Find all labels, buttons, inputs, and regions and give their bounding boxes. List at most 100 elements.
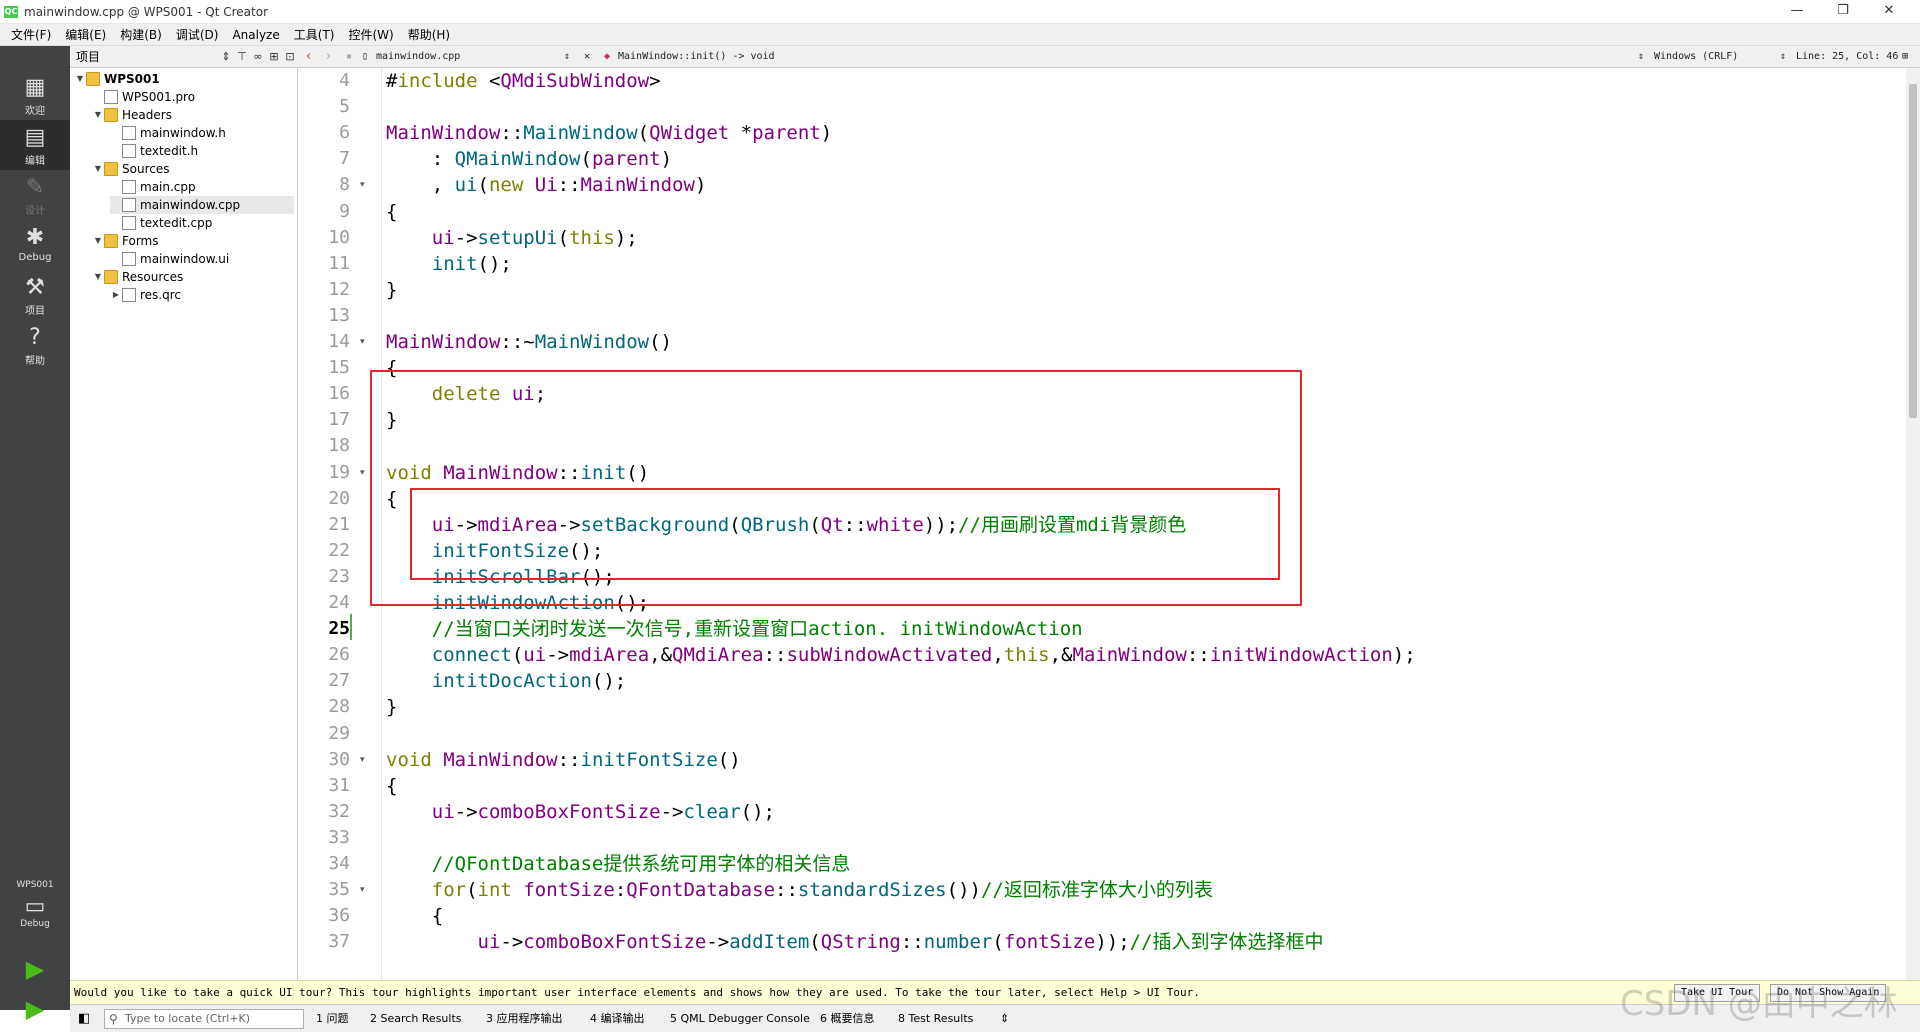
tree-item-res-qrc[interactable]: ▶ res.qrc xyxy=(110,286,181,304)
code-line[interactable]: ui->comboBoxFontSize->clear(); xyxy=(386,799,775,825)
open-file-selector[interactable]: mainwindow.cpp xyxy=(376,46,546,68)
mode-edit[interactable]: ▤ 编辑 xyxy=(0,120,70,170)
back-arrow-icon[interactable]: ‹ xyxy=(306,46,311,68)
output-tab-issues[interactable]: 1 问题 xyxy=(316,1005,349,1032)
tree-item-wps001-pro[interactable]: WPS001.pro xyxy=(92,88,195,106)
mode-projects[interactable]: ⚒ 项目 xyxy=(0,270,70,320)
code-line[interactable]: for(int fontSize:QFontDatabase::standard… xyxy=(386,877,1213,903)
editor-vertical-scrollbar[interactable] xyxy=(1906,68,1920,980)
tree-item-mainwindow-cpp[interactable]: mainwindow.cpp xyxy=(110,196,294,214)
debug-run-button[interactable]: ▶ xyxy=(0,990,70,1028)
tree-item-headers[interactable]: ▼ Headers xyxy=(92,106,172,124)
menu-help[interactable]: 帮助(H) xyxy=(401,26,457,43)
menu-tools[interactable]: 工具(T) xyxy=(287,26,342,43)
code-line[interactable]: : QMainWindow(parent) xyxy=(386,146,672,172)
code-line[interactable]: } xyxy=(386,694,397,720)
tree-item-textedit-h[interactable]: textedit.h xyxy=(110,142,198,160)
link-icon[interactable]: ∞ xyxy=(250,50,266,63)
code-line[interactable]: { xyxy=(386,199,397,225)
line-number: 6 xyxy=(339,122,350,143)
toggle-sidebar-icon[interactable]: ◧ xyxy=(78,1011,90,1026)
code-line[interactable]: } xyxy=(386,277,397,303)
fold-arrow-icon[interactable]: ▾ xyxy=(360,172,370,198)
code-line[interactable]: void MainWindow::initFontSize() xyxy=(386,747,741,773)
line-ending-selector[interactable]: Windows (CRLF) xyxy=(1654,46,1738,68)
updown-icon[interactable]: ⇕ xyxy=(1780,46,1786,68)
output-tab-compile-output[interactable]: 4 编译输出 xyxy=(590,1005,645,1032)
code-line[interactable]: { xyxy=(386,773,397,799)
output-tab-application-output[interactable]: 3 应用程序输出 xyxy=(486,1005,563,1032)
minimize-button[interactable]: — xyxy=(1774,0,1820,24)
expand-arrow-icon[interactable]: ▼ xyxy=(92,160,104,178)
locator-input[interactable]: ⚲ Type to locate (Ctrl+K) xyxy=(104,1009,304,1029)
split-icon[interactable]: ⊞ xyxy=(1902,46,1908,68)
output-tab-test-results[interactable]: 8 Test Results xyxy=(898,1005,973,1032)
debug-play-icon: ▶ xyxy=(25,995,45,1023)
code-line[interactable]: ui->comboBoxFontSize->addItem(QString::n… xyxy=(386,929,1324,955)
menu-edit[interactable]: 编辑(E) xyxy=(58,26,113,43)
expand-arrow-icon[interactable]: ▼ xyxy=(92,106,104,124)
code-line[interactable]: #include <QMdiSubWindow> xyxy=(386,68,661,94)
code-line[interactable]: init(); xyxy=(386,251,512,277)
filter-icon[interactable]: ⊤ xyxy=(234,50,250,63)
close-document-icon[interactable]: ✕ xyxy=(584,46,590,68)
fold-arrow-icon[interactable]: ▾ xyxy=(360,877,370,903)
mode-design[interactable]: ✎ 设计 xyxy=(0,170,70,220)
tree-item-forms[interactable]: ▼ Forms xyxy=(92,232,158,250)
expand-arrow-icon[interactable]: ▼ xyxy=(92,268,104,286)
fold-arrow-icon[interactable]: ▾ xyxy=(360,747,370,773)
mode-welcome[interactable]: ▦ 欢迎 xyxy=(0,70,70,120)
menu-widgets[interactable]: 控件(W) xyxy=(341,26,400,43)
folder-icon xyxy=(104,234,118,248)
fold-arrow-icon[interactable]: ▾ xyxy=(360,329,370,355)
updown-icon[interactable]: ⇕ xyxy=(1638,46,1644,68)
fold-arrow-icon[interactable]: ▾ xyxy=(360,460,370,486)
output-tab-search-results[interactable]: 2 Search Results xyxy=(370,1005,462,1032)
line-number: 20 xyxy=(328,488,350,509)
code-line[interactable]: MainWindow::MainWindow(QWidget *parent) xyxy=(386,120,832,146)
tree-item-resources[interactable]: ▼ Resources xyxy=(92,268,183,286)
updown-icon[interactable]: ⇕ xyxy=(1000,1005,1009,1032)
updown-icon[interactable]: ⇕ xyxy=(218,50,234,63)
output-tab-qml-debugger[interactable]: 5 QML Debugger Console xyxy=(670,1005,810,1032)
menu-analyze[interactable]: Analyze xyxy=(225,28,286,42)
code-line[interactable]: intitDocAction(); xyxy=(386,668,626,694)
code-line[interactable]: connect(ui->mdiArea,&QMdiArea::subWindow… xyxy=(386,642,1416,668)
expand-arrow-icon[interactable]: ▼ xyxy=(74,70,86,88)
kit-selector[interactable]: ▭ Debug xyxy=(0,894,70,940)
scrollbar-thumb[interactable] xyxy=(1909,84,1917,418)
mode-help[interactable]: ? 帮助 xyxy=(0,320,70,370)
project-view-selector[interactable]: 项目 xyxy=(76,48,218,65)
tree-item-sources[interactable]: ▼ Sources xyxy=(92,160,169,178)
tree-item-mainwindow-ui[interactable]: mainwindow.ui xyxy=(110,250,229,268)
updown-icon[interactable]: ⇕ xyxy=(564,46,570,68)
tree-item-wps001[interactable]: ▼ WPS001 xyxy=(74,70,160,88)
output-tab-general-messages[interactable]: 6 概要信息 xyxy=(820,1005,875,1032)
cursor-position[interactable]: Line: 25, Col: 46 xyxy=(1796,46,1898,68)
split-icon[interactable]: ⊞ xyxy=(266,50,282,63)
code-line[interactable]: //QFontDatabase提供系统可用字体的相关信息 xyxy=(386,851,851,877)
collapsed-arrow-icon[interactable]: ▶ xyxy=(110,286,122,304)
tree-item-main-cpp[interactable]: main.cpp xyxy=(110,178,196,196)
run-button[interactable]: ▶ xyxy=(0,950,70,988)
code-line[interactable]: ui->setupUi(this); xyxy=(386,225,638,251)
tree-item-mainwindow-h[interactable]: mainwindow.h xyxy=(110,124,226,142)
symbol-selector[interactable]: MainWindow::init() -> void xyxy=(618,46,775,68)
code-line[interactable]: { xyxy=(386,903,443,929)
close-button[interactable]: ✕ xyxy=(1866,0,1912,24)
maximize-button[interactable]: ❐ xyxy=(1820,0,1866,24)
forward-arrow-icon[interactable]: › xyxy=(326,46,331,68)
close-panel-icon[interactable]: ⊡ xyxy=(282,50,298,63)
code-line[interactable]: MainWindow::~MainWindow() xyxy=(386,329,672,355)
code-editor[interactable]: 4 5 6 7 8 ▾ 9 10 11 12 13 14 ▾ 15 16 17 18 19 ▾ 20 21 22 23 24 2… xyxy=(298,68,1906,980)
code-line[interactable]: , ui(new Ui::MainWindow) xyxy=(386,172,707,198)
mode-debug[interactable]: ✱ Debug xyxy=(0,220,70,270)
code-line[interactable]: //当窗口关闭时发送一次信号,重新设置窗口action. initWindowA… xyxy=(386,616,1083,642)
menu-build[interactable]: 构建(B) xyxy=(113,26,169,43)
tree-item-textedit-cpp[interactable]: textedit.cpp xyxy=(110,214,212,232)
expand-arrow-icon[interactable]: ▼ xyxy=(92,232,104,250)
menu-debug[interactable]: 调试(D) xyxy=(169,26,226,43)
line-number: 16 xyxy=(328,383,350,404)
source-file-icon xyxy=(122,216,136,230)
menu-file[interactable]: 文件(F) xyxy=(4,26,58,43)
